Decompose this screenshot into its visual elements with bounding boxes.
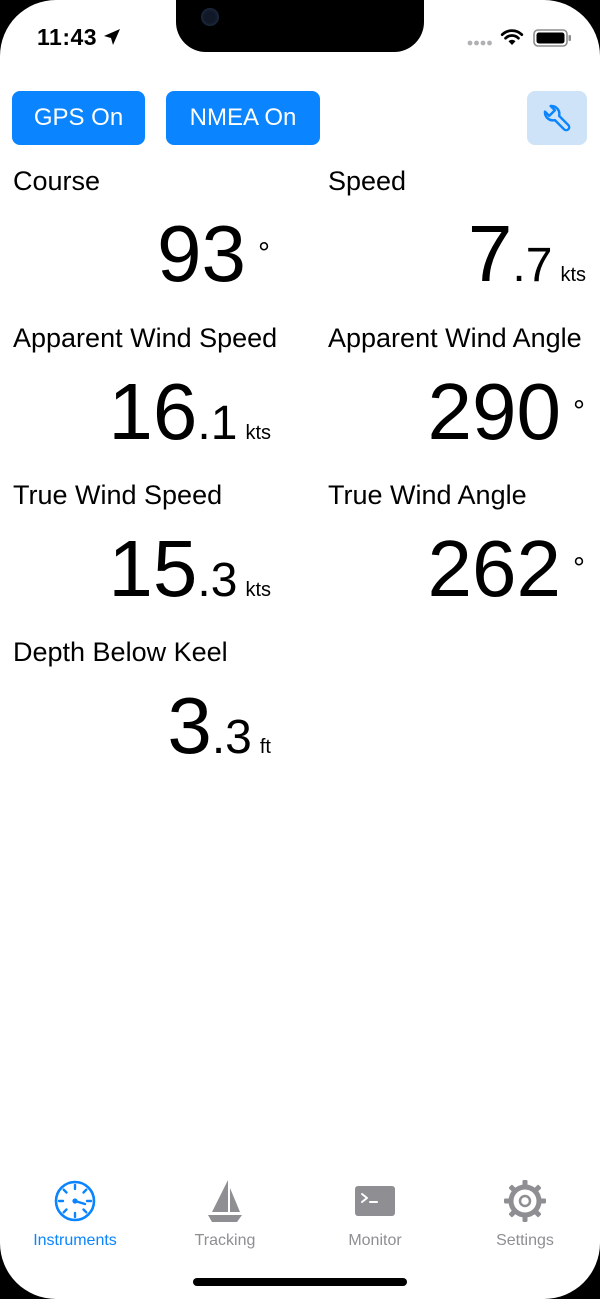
tab-tracking[interactable]: Tracking <box>150 1170 300 1260</box>
course-value: 93 <box>157 209 246 298</box>
terminal-icon <box>355 1186 395 1216</box>
apparent-wind-angle-unit: ° <box>573 395 585 428</box>
apparent-wind-speed-decimal: .1 <box>197 397 238 450</box>
tools-button[interactable] <box>527 91 587 145</box>
tab-bar: Instruments Tracking Monitor Settings <box>0 1170 600 1260</box>
true-wind-speed-decimal: .3 <box>197 554 238 607</box>
gps-toggle-button[interactable]: GPS On <box>12 91 145 145</box>
speed-value: 7 <box>467 209 513 298</box>
course-label: Course <box>13 166 101 196</box>
apparent-wind-speed-label: Apparent Wind Speed <box>13 323 278 353</box>
nmea-toggle-button[interactable]: NMEA On <box>166 91 320 145</box>
depth-below-keel-value: 3 <box>167 681 212 770</box>
speed-label: Speed <box>328 166 407 196</box>
depth-below-keel-label: Depth Below Keel <box>13 637 228 667</box>
tab-instruments[interactable]: Instruments <box>0 1170 150 1260</box>
phone-screen: 11:43 GPS On NMEA On Course 93 ° Speed 7.… <box>0 0 600 1299</box>
wrench-icon <box>543 104 571 132</box>
gauge-icon <box>54 1180 96 1222</box>
apparent-wind-speed-value: 16 <box>108 367 198 456</box>
depth-below-keel-decimal: .3 <box>211 711 252 764</box>
apparent-wind-angle-value: 290 <box>427 367 561 456</box>
location-arrow-icon <box>104 29 120 45</box>
speed-unit: kts <box>560 264 586 286</box>
course-unit: ° <box>258 237 270 270</box>
apparent-wind-angle-label: Apparent Wind Angle <box>328 323 582 353</box>
gear-icon <box>504 1180 546 1222</box>
apparent-wind-speed-reading: 16.1 kts <box>108 372 271 452</box>
apparent-wind-angle-reading: 290 ° <box>428 372 585 452</box>
true-wind-angle-unit: ° <box>573 552 585 585</box>
true-wind-angle-label: True Wind Angle <box>328 480 527 510</box>
front-camera <box>201 8 219 26</box>
course-reading: 93 ° <box>157 214 270 294</box>
depth-below-keel-unit: ft <box>259 736 271 758</box>
tab-tracking-label: Tracking <box>194 1232 256 1249</box>
true-wind-angle-value: 262 <box>427 524 561 613</box>
wifi-icon <box>500 29 524 45</box>
cellular-signal-icon <box>467 40 492 46</box>
apparent-wind-speed-unit: kts <box>245 422 271 444</box>
status-time: 11:43 <box>37 24 98 50</box>
tab-instruments-label: Instruments <box>33 1232 117 1249</box>
true-wind-speed-unit: kts <box>245 579 271 601</box>
true-wind-angle-reading: 262 ° <box>428 529 585 609</box>
sailboat-icon <box>208 1180 242 1222</box>
true-wind-speed-reading: 15.3 kts <box>108 529 271 609</box>
home-indicator[interactable] <box>193 1278 407 1286</box>
true-wind-speed-label: True Wind Speed <box>13 480 223 510</box>
tab-settings[interactable]: Settings <box>450 1170 600 1260</box>
depth-below-keel-reading: 3.3 ft <box>167 686 271 766</box>
tab-monitor[interactable]: Monitor <box>300 1170 450 1260</box>
tab-settings-label: Settings <box>496 1232 554 1249</box>
true-wind-speed-value: 15 <box>108 524 198 613</box>
battery-icon <box>533 29 571 47</box>
tab-monitor-label: Monitor <box>348 1232 402 1249</box>
speed-decimal: .7 <box>512 239 553 292</box>
speed-reading: 7.7 kts <box>468 214 586 294</box>
